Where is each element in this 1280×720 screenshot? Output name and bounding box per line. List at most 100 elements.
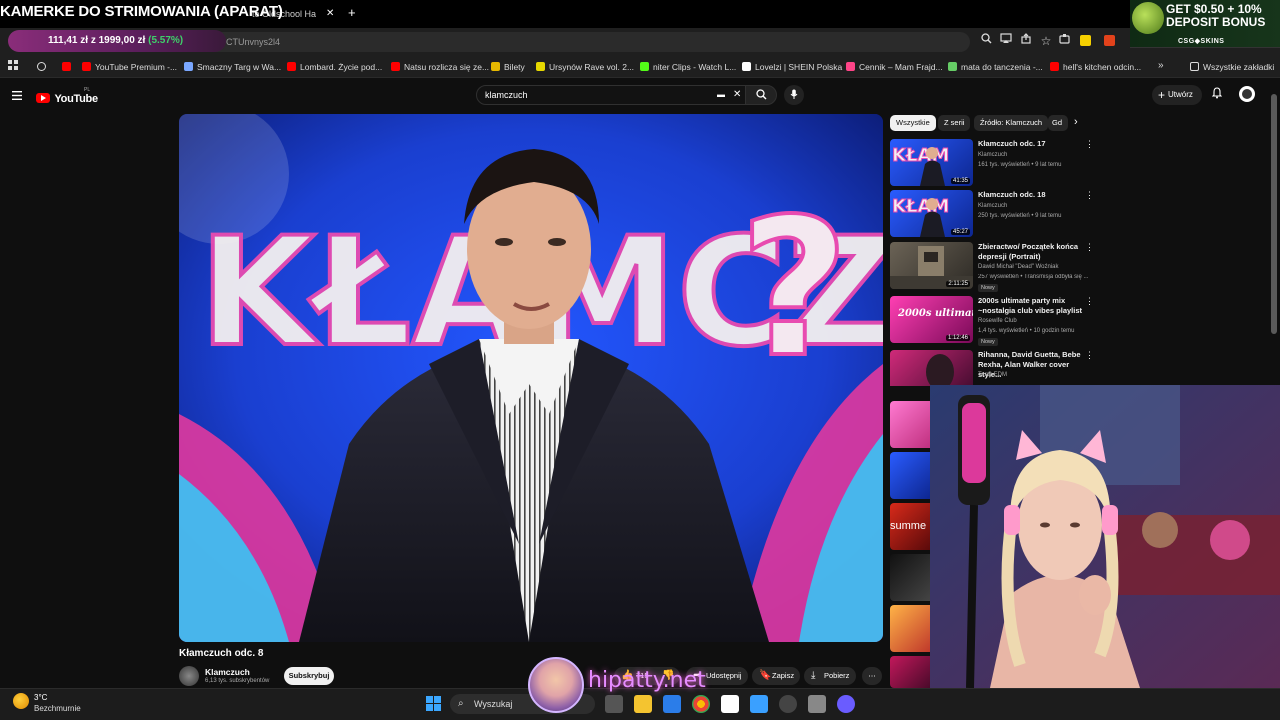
notifications-bell-icon[interactable] [1211, 87, 1223, 102]
bookmark-star-icon[interactable]: ☆ [1038, 33, 1054, 49]
settings-gear-icon[interactable] [808, 695, 826, 713]
bookmark-item[interactable]: hell's kitchen odcin... [1050, 60, 1141, 74]
cast-icon[interactable] [998, 33, 1014, 49]
extension-yellow-icon[interactable] [1078, 33, 1094, 49]
chevron-right-icon[interactable]: › [1074, 116, 1078, 128]
bookmark-item[interactable]: YouTube Premium -... [82, 60, 177, 74]
recommendation-channel[interactable]: Klamczuch [978, 152, 1007, 158]
recommendation-channel[interactable]: Dawid Michał "Dead" Woźniak [978, 264, 1059, 270]
video-player[interactable]: KŁAMCZUCH? ? [179, 114, 883, 642]
discord-icon[interactable] [779, 695, 797, 713]
file-explorer-icon[interactable] [634, 695, 652, 713]
share-page-icon[interactable] [1018, 33, 1034, 49]
recommendation-item[interactable]: KŁAM 41:35 Kłamczuch odc. 17 Klamczuch 1… [890, 139, 1100, 189]
video-thumbnail[interactable] [890, 656, 930, 688]
bookmark-item[interactable]: Cennik – Mam Frajd... [846, 60, 943, 74]
chip-all[interactable]: Wszystkie [890, 115, 936, 131]
new-tab-button[interactable]: + [348, 3, 356, 23]
windows-start-icon[interactable] [426, 696, 442, 712]
tab-close-icon[interactable]: ✕ [326, 4, 334, 24]
bookmark-item[interactable]: Bilety [491, 60, 525, 74]
video-thumbnail[interactable] [890, 401, 930, 448]
weather-sun-icon[interactable] [13, 693, 29, 709]
recommendation-channel[interactable]: Tasty EDM [978, 372, 1007, 378]
clear-search-icon[interactable]: ✕ [733, 86, 741, 104]
weather-description[interactable]: Bezchmurnie [34, 704, 81, 713]
bookmarks-more-icon[interactable]: » [1158, 59, 1164, 73]
document-app-icon[interactable] [750, 695, 768, 713]
recommendation-title[interactable]: Kłamczuch odc. 18 [978, 190, 1088, 200]
recommendation-item[interactable]: 2024 Rihanna, David Guetta, Bebe Rexha, … [890, 350, 1100, 386]
zoom-icon[interactable] [978, 33, 994, 49]
recommendation-item[interactable]: 2000s ultimate party mix 1:12:46 2000s u… [890, 296, 1100, 348]
bookmark-label: mata do tanczenia -... [961, 62, 1043, 72]
more-actions-button[interactable]: ⋯ [862, 667, 882, 685]
more-vert-icon[interactable]: ⋮ [1085, 190, 1094, 201]
keyboard-icon[interactable]: ▬ [717, 86, 725, 104]
bookmark-item[interactable]: Lombard. Życie pod... [287, 60, 382, 74]
search-button[interactable] [745, 85, 777, 105]
bookmark-item[interactable]: Ursynów Rave vol. 2... [536, 60, 634, 74]
weather-temperature[interactable]: 3°C [34, 693, 47, 702]
extension-red-icon[interactable] [1102, 33, 1118, 49]
task-view-icon[interactable] [605, 695, 623, 713]
video-thumbnail[interactable] [890, 605, 930, 652]
video-thumbnail[interactable]: 2:11:25 [890, 242, 973, 289]
obs-icon[interactable] [837, 695, 855, 713]
save-button[interactable]: 🔖 Zapisz [752, 667, 800, 685]
search-input[interactable]: klamczuch ▬ ✕ [476, 85, 746, 105]
bookmark-item[interactable]: Natsu rozlicza się ze... [391, 60, 489, 74]
recommendation-title[interactable]: 2000s ultimate party mix ~nostalgia club… [978, 296, 1088, 316]
bookmark-item[interactable]: Lovelzi | SHEIN Polska [742, 60, 842, 74]
recommendation-title[interactable]: Zbieractwo/ Początek końca depresji (Por… [978, 242, 1088, 262]
more-vert-icon[interactable]: ⋮ [1085, 296, 1094, 307]
chip-source[interactable]: Źródło: Klamczuch [974, 115, 1049, 131]
chrome-icon[interactable] [692, 695, 710, 713]
store-icon[interactable] [663, 695, 681, 713]
video-thumbnail[interactable] [890, 554, 930, 601]
video-thumbnail[interactable]: 2024 [890, 350, 973, 386]
bookmark-circle-icon[interactable] [37, 60, 50, 74]
casino-ad-banner[interactable]: GET $0.50 + 10% DEPOSIT BONUS CSG◆SKINS [1130, 0, 1280, 48]
subscribe-button[interactable]: Subskrybuj [284, 667, 334, 685]
create-button[interactable]: + Utwórz [1152, 85, 1202, 105]
hamburger-menu-icon[interactable] [12, 88, 24, 103]
apps-grid-icon[interactable] [8, 60, 18, 74]
svg-text:KŁAM: KŁAM [892, 145, 949, 166]
bookmark-favicon-icon [391, 62, 400, 71]
more-vert-icon[interactable]: ⋮ [1085, 242, 1094, 253]
chip-series[interactable]: Z serii [938, 115, 971, 131]
bookmark-red-icon[interactable] [62, 60, 75, 74]
more-vert-icon[interactable]: ⋮ [1085, 350, 1094, 361]
streamer-logo-avatar [528, 657, 584, 713]
recommendation-item[interactable]: KŁAM 45:27 Kłamczuch odc. 18 Klamczuch 2… [890, 190, 1100, 240]
bookmark-item[interactable]: Smaczny Targ w Wa... [184, 60, 281, 74]
more-vert-icon[interactable]: ⋮ [1085, 139, 1094, 150]
extensions-icon[interactable] [1056, 33, 1072, 49]
page-scrollbar[interactable] [1271, 80, 1277, 680]
video-thumbnail[interactable] [890, 452, 930, 499]
scrollbar-thumb[interactable] [1271, 94, 1277, 334]
save-label: Zapisz [772, 671, 795, 680]
download-button[interactable]: ⤓ Pobierz [804, 667, 856, 685]
bookmark-label: Smaczny Targ w Wa... [197, 62, 282, 72]
recommendation-channel[interactable]: Klamczuch [978, 203, 1007, 209]
search-value: klamczuch [485, 90, 528, 100]
voice-search-button[interactable] [784, 85, 804, 105]
recommendation-meta: 250 tys. wyświetleń • 9 lat temu [978, 213, 1062, 219]
notepad-icon[interactable] [721, 695, 739, 713]
video-thumbnail[interactable]: KŁAM 41:35 [890, 139, 973, 186]
video-thumbnail[interactable]: 2000s ultimate party mix 1:12:46 [890, 296, 973, 343]
video-thumbnail[interactable]: KŁAM 45:27 [890, 190, 973, 237]
recommendation-item[interactable]: 2:11:25 Zbieractwo/ Początek końca depre… [890, 242, 1100, 294]
bookmark-item[interactable]: mata do tanczenia -... [948, 60, 1043, 74]
all-bookmarks-folder[interactable]: Wszystkie zakładki [1190, 60, 1274, 74]
account-avatar[interactable] [1239, 86, 1255, 102]
channel-avatar[interactable] [179, 666, 199, 686]
channel-name[interactable]: Klamczuch [205, 667, 250, 677]
recommendation-title[interactable]: Kłamczuch odc. 17 [978, 139, 1088, 149]
chip-partial[interactable]: Gd [1048, 115, 1068, 131]
recommendation-channel[interactable]: Rosewife Club [978, 318, 1017, 324]
video-thumbnail[interactable]: summe [890, 503, 930, 550]
bookmark-item[interactable]: niter Clips - Watch L... [640, 60, 736, 74]
